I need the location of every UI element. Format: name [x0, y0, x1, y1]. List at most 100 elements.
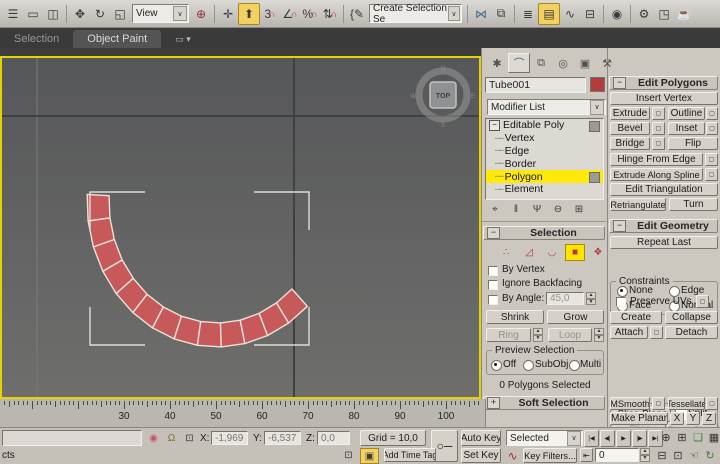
viewcube[interactable]: TOP N S W E	[410, 66, 475, 129]
stack-item-vertex[interactable]: Vertex	[486, 132, 603, 145]
modifier-socket[interactable]	[589, 172, 600, 183]
shrink-button[interactable]: Shrink	[486, 310, 544, 324]
preserve-uvs-checkbox[interactable]	[616, 297, 626, 307]
curve-editor-icon[interactable]: ∿	[560, 4, 580, 24]
window-crossing-icon[interactable]: ◫	[43, 4, 63, 24]
show-end-result-icon[interactable]: ‖	[508, 202, 524, 217]
msmooth-button[interactable]: MSmooth	[610, 397, 650, 410]
auto-key-button[interactable]: Auto Key	[461, 430, 501, 446]
attach-settings-icon[interactable]: ▢	[650, 326, 663, 339]
reference-coordinate-system-dropdown[interactable]: View∨	[132, 4, 189, 23]
selection-set-dropdown[interactable]: Selected∨	[506, 430, 583, 446]
mirror-icon[interactable]: ⋈	[471, 4, 491, 24]
edit-geometry-rollout-header[interactable]: −Edit Geometry	[609, 219, 718, 233]
retriangulate-button[interactable]: Retriangulate	[610, 198, 666, 211]
use-center-icon[interactable]: ⊕	[191, 4, 211, 24]
insert-vertex-button[interactable]: Insert Vertex	[610, 92, 718, 105]
detach-button[interactable]: Detach	[665, 326, 718, 339]
pan-icon[interactable]: ☜	[686, 447, 702, 463]
stack-item-polygon[interactable]: Polygon	[486, 170, 603, 183]
modifier-socket[interactable]	[589, 121, 600, 132]
maxscript-mini-listener[interactable]	[2, 430, 142, 446]
viewport-top[interactable]: TOP N S W E	[0, 56, 481, 399]
select-by-name-icon[interactable]: ☰	[3, 4, 23, 24]
absolute-offset-toggle-icon[interactable]: ⊡	[182, 430, 197, 446]
previous-frame-icon[interactable]: ◀|	[600, 430, 615, 447]
zoom-all-icon[interactable]: ⊞	[674, 429, 690, 445]
current-frame-field[interactable]: 0	[595, 448, 639, 462]
render-setup-icon[interactable]: ⚙	[634, 4, 654, 24]
by-angle-field[interactable]: 45,0	[546, 292, 584, 305]
select-and-scale-icon[interactable]: ◱	[110, 4, 130, 24]
collapse-button[interactable]: Collapse	[665, 311, 718, 324]
preview-subobj-radio[interactable]	[523, 360, 534, 371]
key-filters-button[interactable]: Key Filters...	[523, 448, 577, 463]
orbit-icon[interactable]: ↻	[702, 447, 718, 463]
render-production-icon[interactable]: ☕	[674, 4, 694, 24]
select-and-rotate-icon[interactable]: ↻	[90, 4, 110, 24]
compass-north[interactable]: N	[441, 66, 445, 72]
object-name-field[interactable]: Tube001	[485, 77, 586, 93]
compass-east[interactable]: E	[471, 94, 475, 100]
configure-modifier-sets-icon[interactable]: ⊞	[571, 202, 587, 217]
edit-triangulation-button[interactable]: Edit Triangulation	[610, 183, 718, 196]
collapse-icon[interactable]: −	[489, 120, 500, 131]
element-mode-icon[interactable]: ❖	[588, 244, 608, 261]
outline-settings-icon[interactable]: ▢	[706, 107, 718, 120]
named-selection-sets-dropdown[interactable]: Create Selection Se∨	[369, 4, 462, 23]
ignore-backfacing-checkbox[interactable]	[488, 280, 498, 290]
chevron-down-icon[interactable]: ∨	[173, 6, 187, 21]
soft-selection-rollout-header[interactable]: +Soft Selection	[483, 396, 605, 410]
pin-stack-icon[interactable]: ⌖	[487, 202, 503, 217]
zoom-icon[interactable]: ⊕	[658, 429, 674, 445]
zoom-extents-icon[interactable]: ❏	[690, 429, 706, 445]
snap-3d-icon[interactable]: 3∩	[260, 4, 280, 24]
tab-object-paint[interactable]: Object Paint	[73, 30, 161, 48]
tube-polygon-segment[interactable]	[197, 322, 221, 347]
spinner-snap-icon[interactable]: ⇅∩	[320, 4, 340, 24]
tessellate-button[interactable]: Tessellate	[668, 397, 705, 410]
constraint-none-radio[interactable]	[617, 286, 628, 297]
preview-off-radio[interactable]	[491, 360, 502, 371]
flip-button[interactable]: Flip	[668, 137, 718, 150]
go-to-start-icon[interactable]: |◀	[584, 430, 599, 447]
zoom-extents-all-icon[interactable]: ▦	[706, 429, 720, 445]
align-icon[interactable]: ⧉	[491, 4, 511, 24]
compass-west[interactable]: W	[410, 94, 416, 100]
attach-button[interactable]: Attach	[610, 326, 648, 339]
repeat-last-button[interactable]: Repeat Last	[610, 236, 718, 249]
keyboard-override-icon[interactable]: ⬆	[238, 3, 260, 25]
selection-rollout-header[interactable]: −Selection	[483, 226, 605, 240]
extrude-along-spline-button[interactable]: Extrude Along Spline	[610, 168, 703, 181]
select-and-move-icon[interactable]: ✥	[70, 4, 90, 24]
zoom-region-icon[interactable]: ⊡	[670, 447, 686, 463]
extrude-button[interactable]: Extrude	[610, 107, 650, 120]
select-and-manipulate-icon[interactable]: ✛	[218, 4, 238, 24]
by-angle-checkbox[interactable]	[488, 295, 498, 305]
bridge-button[interactable]: Bridge	[610, 137, 650, 150]
planar-y-button[interactable]: Y	[686, 412, 700, 425]
extrude-settings-icon[interactable]: ▢	[652, 107, 665, 120]
viewcube-top-label[interactable]: TOP	[436, 93, 451, 100]
preview-multi-radio[interactable]	[569, 360, 580, 371]
border-mode-icon[interactable]: ◡	[542, 244, 562, 261]
hinge-settings-icon[interactable]: ▢	[705, 153, 718, 166]
collapse-icon[interactable]: −	[613, 220, 626, 232]
planar-z-button[interactable]: Z	[702, 412, 716, 425]
inset-button[interactable]: Inset	[668, 122, 705, 135]
collapse-icon[interactable]: −	[487, 227, 500, 239]
stack-item-editable-poly[interactable]: −Editable Poly	[486, 119, 603, 132]
add-time-tag[interactable]: Add Time Tag	[384, 448, 436, 462]
create-button[interactable]: Create	[610, 311, 662, 324]
isolate-selection-icon[interactable]: ◉	[146, 430, 161, 446]
tube001-object[interactable]	[87, 194, 307, 347]
y-coord-field[interactable]: -6,537	[264, 431, 301, 445]
make-planar-button[interactable]: Make Planar	[610, 412, 668, 425]
tab-modify-icon[interactable]: ⌒	[508, 53, 530, 73]
ring-spinner[interactable]: ▲▼	[533, 328, 543, 342]
layer-manager-icon[interactable]: ≣	[518, 4, 538, 24]
msmooth-settings-icon[interactable]: ▢	[652, 397, 665, 410]
turn-button[interactable]: Turn	[669, 198, 718, 211]
progressive-display-icon[interactable]: ⊡	[340, 448, 357, 462]
hinge-from-edge-button[interactable]: Hinge From Edge	[610, 153, 703, 166]
